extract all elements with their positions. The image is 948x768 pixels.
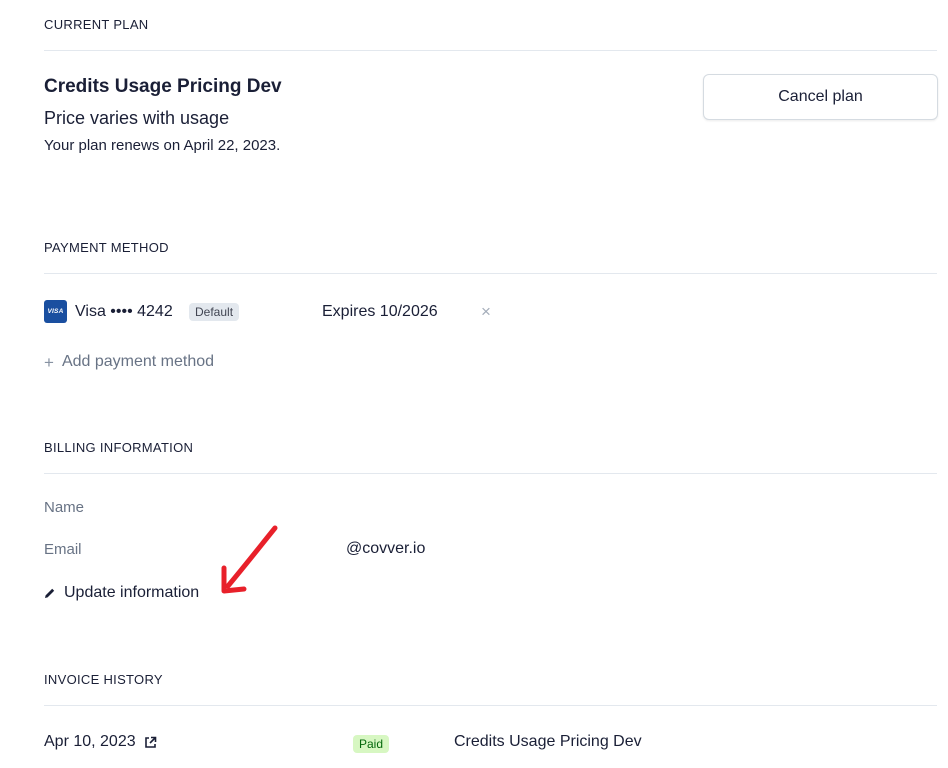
plan-renewal-text: Your plan renews on April 22, 2023. — [44, 137, 281, 154]
annotation-arrow-icon — [221, 525, 278, 594]
payment-method-heading: PAYMENT METHOD — [44, 240, 169, 255]
plan-name: Credits Usage Pricing Dev — [44, 76, 282, 97]
billing-information-heading: BILLING INFORMATION — [44, 440, 194, 455]
current-plan-heading: CURRENT PLAN — [44, 17, 149, 32]
name-label: Name — [44, 499, 85, 516]
divider — [44, 50, 937, 51]
external-link-icon — [144, 736, 156, 748]
plus-icon: + — [44, 352, 54, 372]
cancel-plan-button[interactable]: Cancel plan — [703, 74, 938, 120]
add-payment-method-label: Add payment method — [61, 353, 215, 370]
add-payment-method-link[interactable]: + Add payment method — [44, 353, 214, 371]
status-badge: Paid — [353, 735, 390, 753]
visa-icon: VISA — [44, 300, 67, 323]
pencil-icon — [45, 588, 55, 598]
card-expiry: Expires 10/2026 — [322, 303, 438, 320]
card-label: Visa •••• 4242 — [75, 303, 173, 320]
invoice-date-link[interactable]: Apr 10, 2023 — [44, 733, 157, 751]
email-label: Email — [44, 541, 82, 558]
divider — [44, 705, 937, 706]
remove-card-close-icon[interactable]: × — [481, 302, 491, 322]
default-badge: Default — [189, 303, 240, 321]
divider — [44, 273, 937, 274]
update-information-label: Update information — [64, 584, 200, 601]
invoice-history-heading: INVOICE HISTORY — [44, 672, 163, 687]
invoice-description: Credits Usage Pricing Dev — [454, 733, 642, 750]
divider — [44, 473, 937, 474]
plan-price-text: Price varies with usage — [44, 108, 230, 128]
update-information-link[interactable]: Update information — [44, 584, 199, 602]
invoice-date: Apr 10, 2023 — [44, 733, 136, 750]
email-value: @covver.io — [346, 540, 426, 557]
